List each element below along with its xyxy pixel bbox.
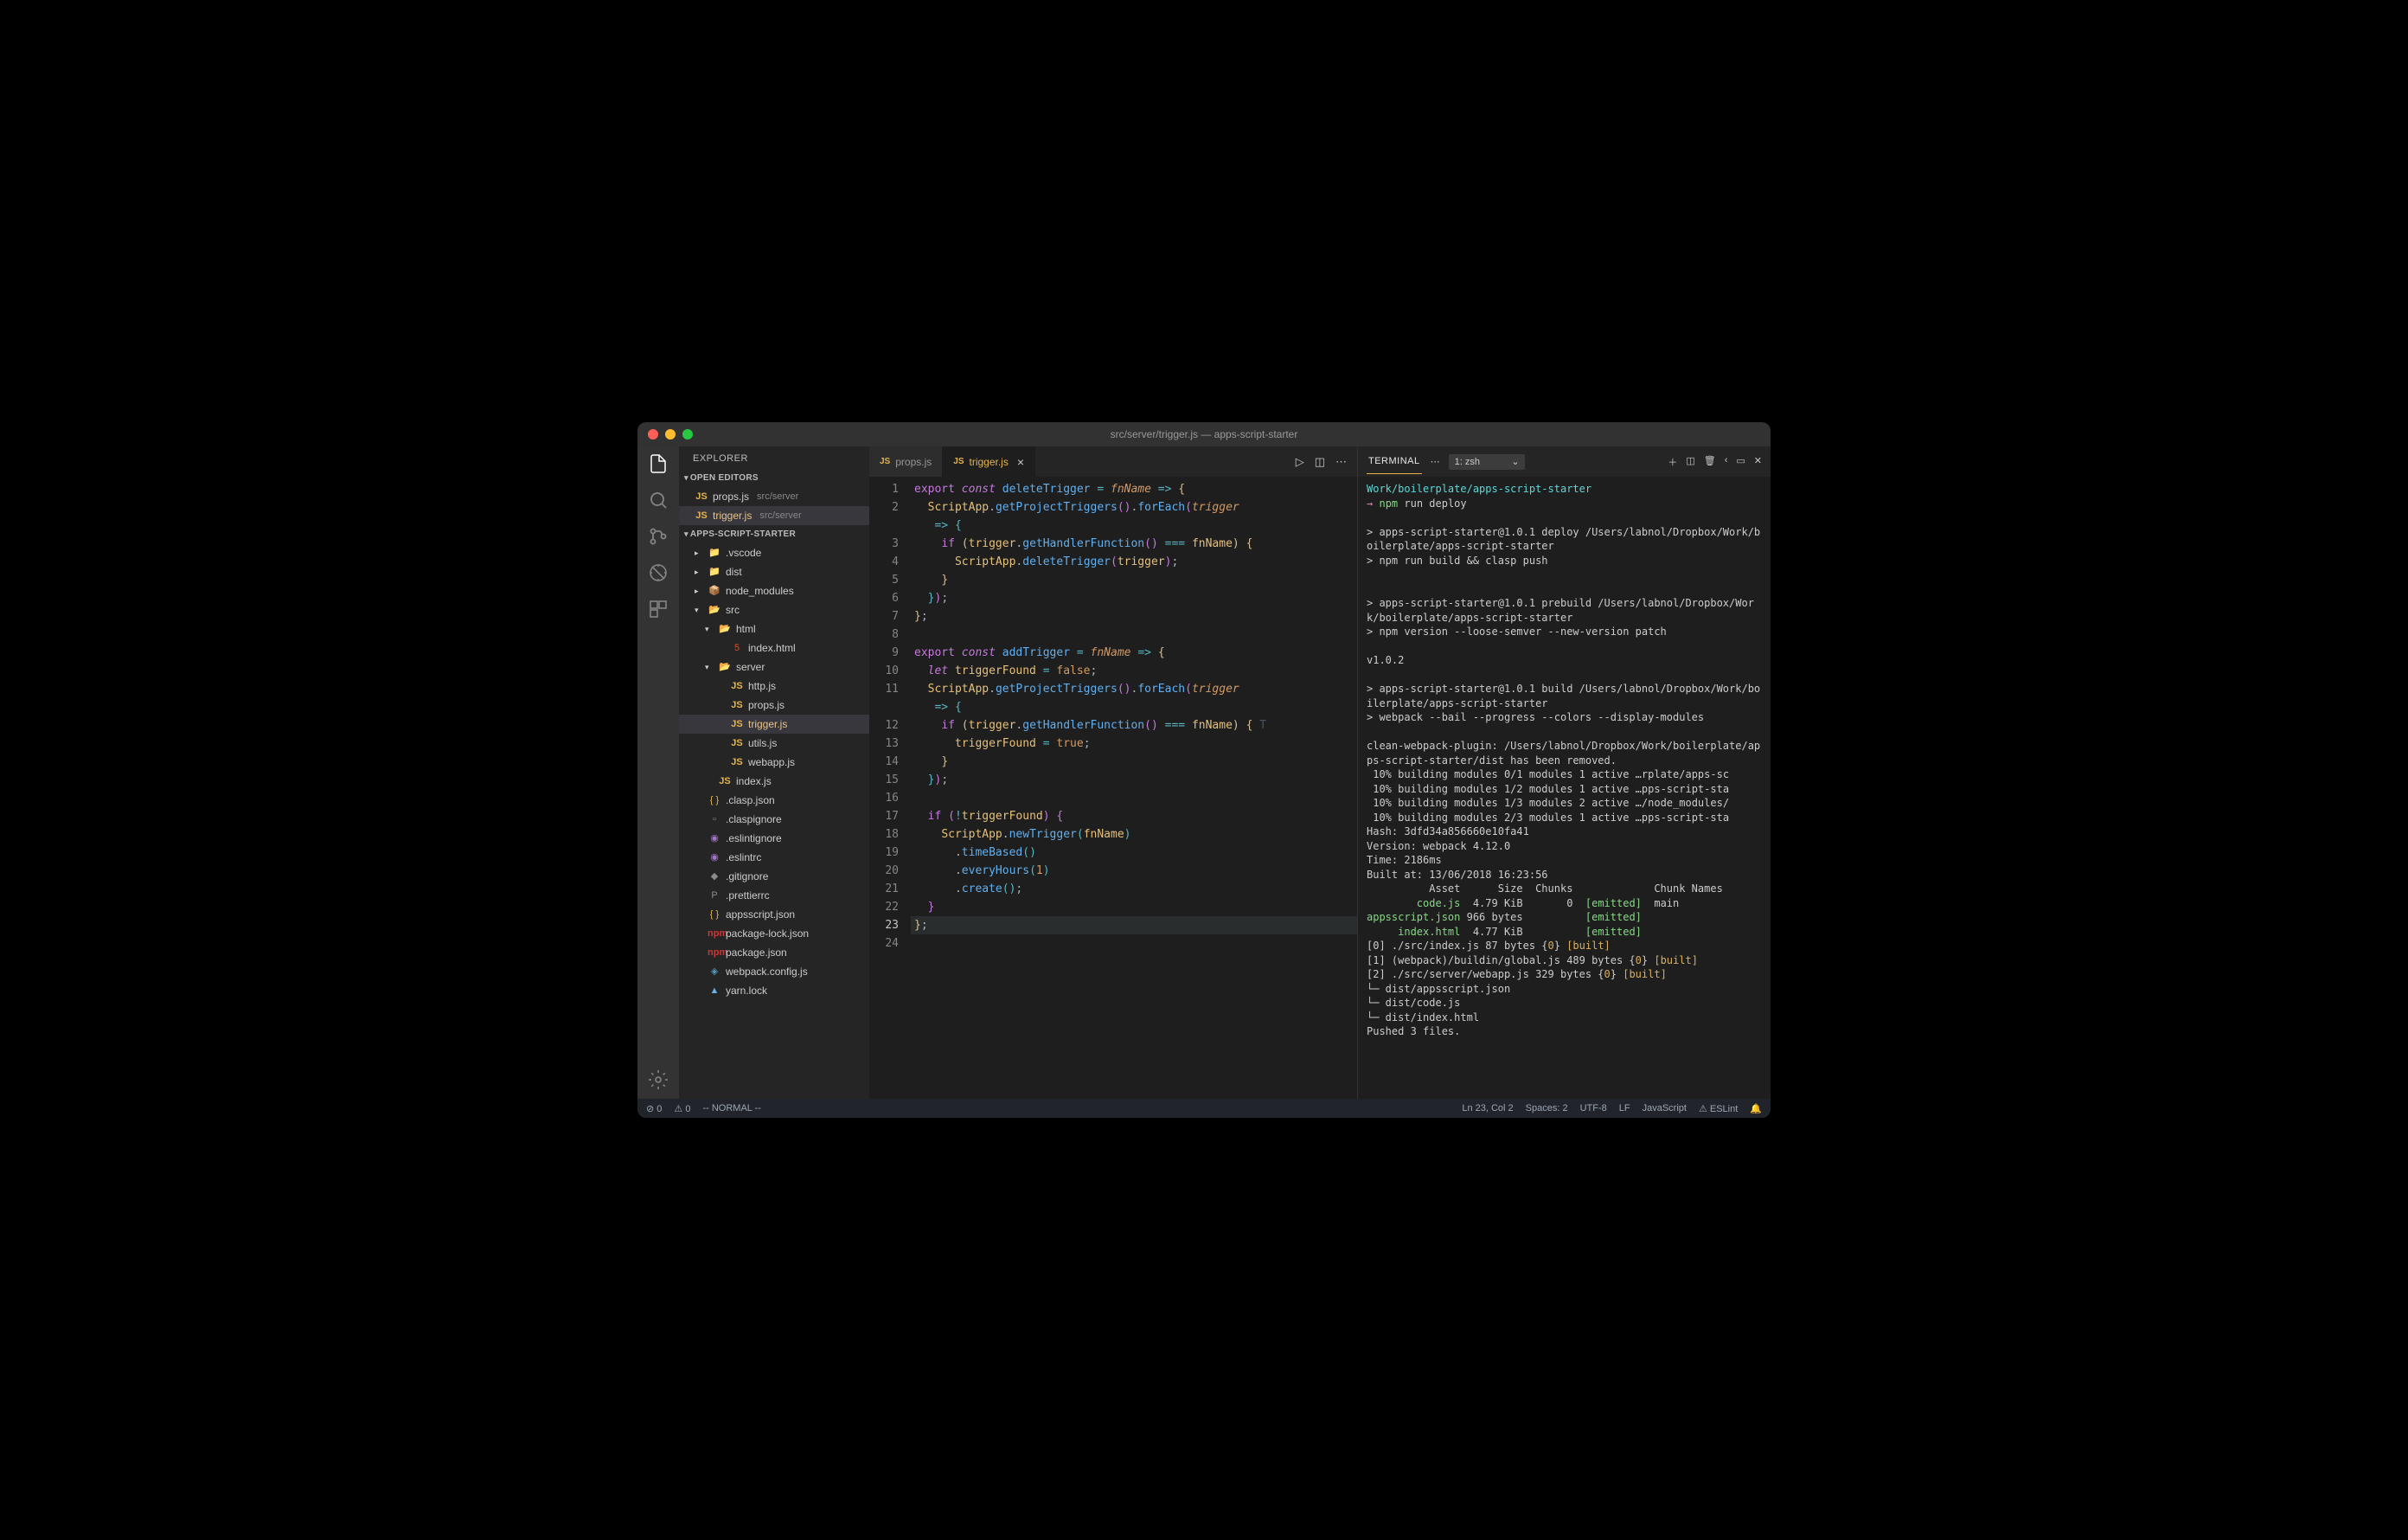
- run-icon[interactable]: ▷: [1296, 455, 1304, 469]
- open-editors-header[interactable]: OPEN EDITORS: [679, 471, 869, 485]
- code-area[interactable]: export const deleteTrigger = fnName => {…: [911, 477, 1357, 1099]
- tree-item[interactable]: JSindex.js: [679, 772, 869, 791]
- status-language[interactable]: JavaScript: [1643, 1103, 1687, 1114]
- terminal-header: TERMINAL ⋯ 1: zsh ＋ ◫ 🗑 ‹ ▭ ✕: [1358, 446, 1771, 477]
- close-tab-icon[interactable]: ×: [1017, 455, 1024, 469]
- terminal-more-icon[interactable]: ⋯: [1431, 456, 1440, 467]
- tree-item[interactable]: 5index.html: [679, 638, 869, 658]
- statusbar: ⊘ 0 ⚠ 0 -- NORMAL -- Ln 23, Col 2 Spaces…: [637, 1099, 1771, 1118]
- tree-item[interactable]: ◉.eslintignore: [679, 829, 869, 848]
- tree-item[interactable]: ▾📂server: [679, 658, 869, 677]
- window-title: src/server/trigger.js — apps-script-star…: [637, 428, 1771, 440]
- maximize-panel-icon[interactable]: ▭: [1736, 455, 1745, 469]
- activity-bar: [637, 446, 679, 1099]
- tree-item[interactable]: JSprops.js: [679, 696, 869, 715]
- sidebar: EXPLORER OPEN EDITORS JSprops.jssrc/serv…: [679, 446, 869, 1099]
- tree-item[interactable]: npmpackage.json: [679, 943, 869, 962]
- debug-icon[interactable]: [648, 562, 669, 583]
- tree-item[interactable]: ◆.gitignore: [679, 867, 869, 886]
- workbench: EXPLORER OPEN EDITORS JSprops.jssrc/serv…: [637, 446, 1771, 1099]
- status-encoding[interactable]: UTF-8: [1580, 1103, 1607, 1114]
- tree-item[interactable]: ▸📁dist: [679, 562, 869, 581]
- tree-item[interactable]: ▾📂src: [679, 600, 869, 619]
- explorer-icon[interactable]: [648, 453, 669, 474]
- close-panel-icon[interactable]: ✕: [1754, 455, 1762, 469]
- split-editor-icon[interactable]: ◫: [1315, 455, 1325, 469]
- vscode-window: src/server/trigger.js — apps-script-star…: [637, 422, 1771, 1118]
- tree-item[interactable]: ▲yarn.lock: [679, 981, 869, 1000]
- new-terminal-icon[interactable]: ＋: [1668, 455, 1677, 469]
- source-control-icon[interactable]: [648, 526, 669, 547]
- project-header[interactable]: APPS-SCRIPT-STARTER: [679, 527, 869, 542]
- tree-item[interactable]: ◉.eslintrc: [679, 848, 869, 867]
- status-spaces[interactable]: Spaces: 2: [1526, 1103, 1568, 1114]
- tree-item[interactable]: JShttp.js: [679, 677, 869, 696]
- terminal-panel: TERMINAL ⋯ 1: zsh ＋ ◫ 🗑 ‹ ▭ ✕ Work/boile…: [1357, 446, 1771, 1099]
- terminal-up-icon[interactable]: ‹: [1725, 455, 1728, 469]
- tab-actions: ▷ ◫ ⋯: [1296, 455, 1357, 469]
- status-eslint[interactable]: ⚠ ESLint: [1699, 1103, 1738, 1114]
- tree-item[interactable]: ▸📁.vscode: [679, 543, 869, 562]
- tree-item[interactable]: JStrigger.js: [679, 715, 869, 734]
- tree-item[interactable]: npmpackage-lock.json: [679, 924, 869, 943]
- tree-item[interactable]: JSutils.js: [679, 734, 869, 753]
- search-icon[interactable]: [648, 490, 669, 510]
- extensions-icon[interactable]: [648, 599, 669, 619]
- sidebar-title: EXPLORER: [679, 446, 869, 471]
- tree-item[interactable]: ▾📂html: [679, 619, 869, 638]
- line-gutter: 123456789101112131415161718192021222324: [869, 477, 911, 1099]
- tree-item[interactable]: ▸📦node_modules: [679, 581, 869, 600]
- terminal-body[interactable]: Work/boilerplate/apps-script-starter → n…: [1358, 477, 1771, 1099]
- editor-group: JSprops.jsJStrigger.js× ▷ ◫ ⋯ 1234567891…: [869, 446, 1357, 1099]
- tree-item[interactable]: { }.clasp.json: [679, 791, 869, 810]
- tree-item[interactable]: JSwebapp.js: [679, 753, 869, 772]
- open-editor-item[interactable]: JSprops.jssrc/server: [679, 487, 869, 506]
- settings-gear-icon[interactable]: [648, 1069, 669, 1090]
- status-eol[interactable]: LF: [1619, 1103, 1630, 1114]
- tree-item[interactable]: ◈webpack.config.js: [679, 962, 869, 981]
- status-bell-icon[interactable]: 🔔: [1750, 1103, 1762, 1114]
- tabs: JSprops.jsJStrigger.js×: [869, 446, 1035, 477]
- tree-item[interactable]: ▫.claspignore: [679, 810, 869, 829]
- titlebar: src/server/trigger.js — apps-script-star…: [637, 422, 1771, 446]
- tree-item[interactable]: { }appsscript.json: [679, 905, 869, 924]
- editor[interactable]: 123456789101112131415161718192021222324 …: [869, 477, 1357, 1099]
- tabs-row: JSprops.jsJStrigger.js× ▷ ◫ ⋯: [869, 446, 1357, 477]
- terminal-tab[interactable]: TERMINAL: [1367, 449, 1422, 474]
- file-tree: ▸📁.vscode▸📁dist▸📦node_modules▾📂src▾📂html…: [679, 542, 869, 1002]
- status-errors[interactable]: ⊘ 0: [646, 1103, 662, 1114]
- status-cursor[interactable]: Ln 23, Col 2: [1462, 1103, 1513, 1114]
- more-actions-icon[interactable]: ⋯: [1335, 455, 1347, 469]
- editor-tab[interactable]: JStrigger.js×: [943, 446, 1035, 477]
- editor-tab[interactable]: JSprops.js: [869, 446, 943, 477]
- split-terminal-icon[interactable]: ◫: [1686, 455, 1694, 469]
- tree-item[interactable]: P.prettierrc: [679, 886, 869, 905]
- status-vim-mode: -- NORMAL --: [702, 1103, 760, 1113]
- terminal-shell-select[interactable]: 1: zsh: [1449, 454, 1525, 470]
- open-editor-item[interactable]: JStrigger.jssrc/server: [679, 506, 869, 525]
- status-warnings[interactable]: ⚠ 0: [674, 1103, 690, 1114]
- open-editors-list: JSprops.jssrc/serverJStrigger.jssrc/serv…: [679, 485, 869, 527]
- kill-terminal-icon[interactable]: 🗑: [1704, 455, 1716, 469]
